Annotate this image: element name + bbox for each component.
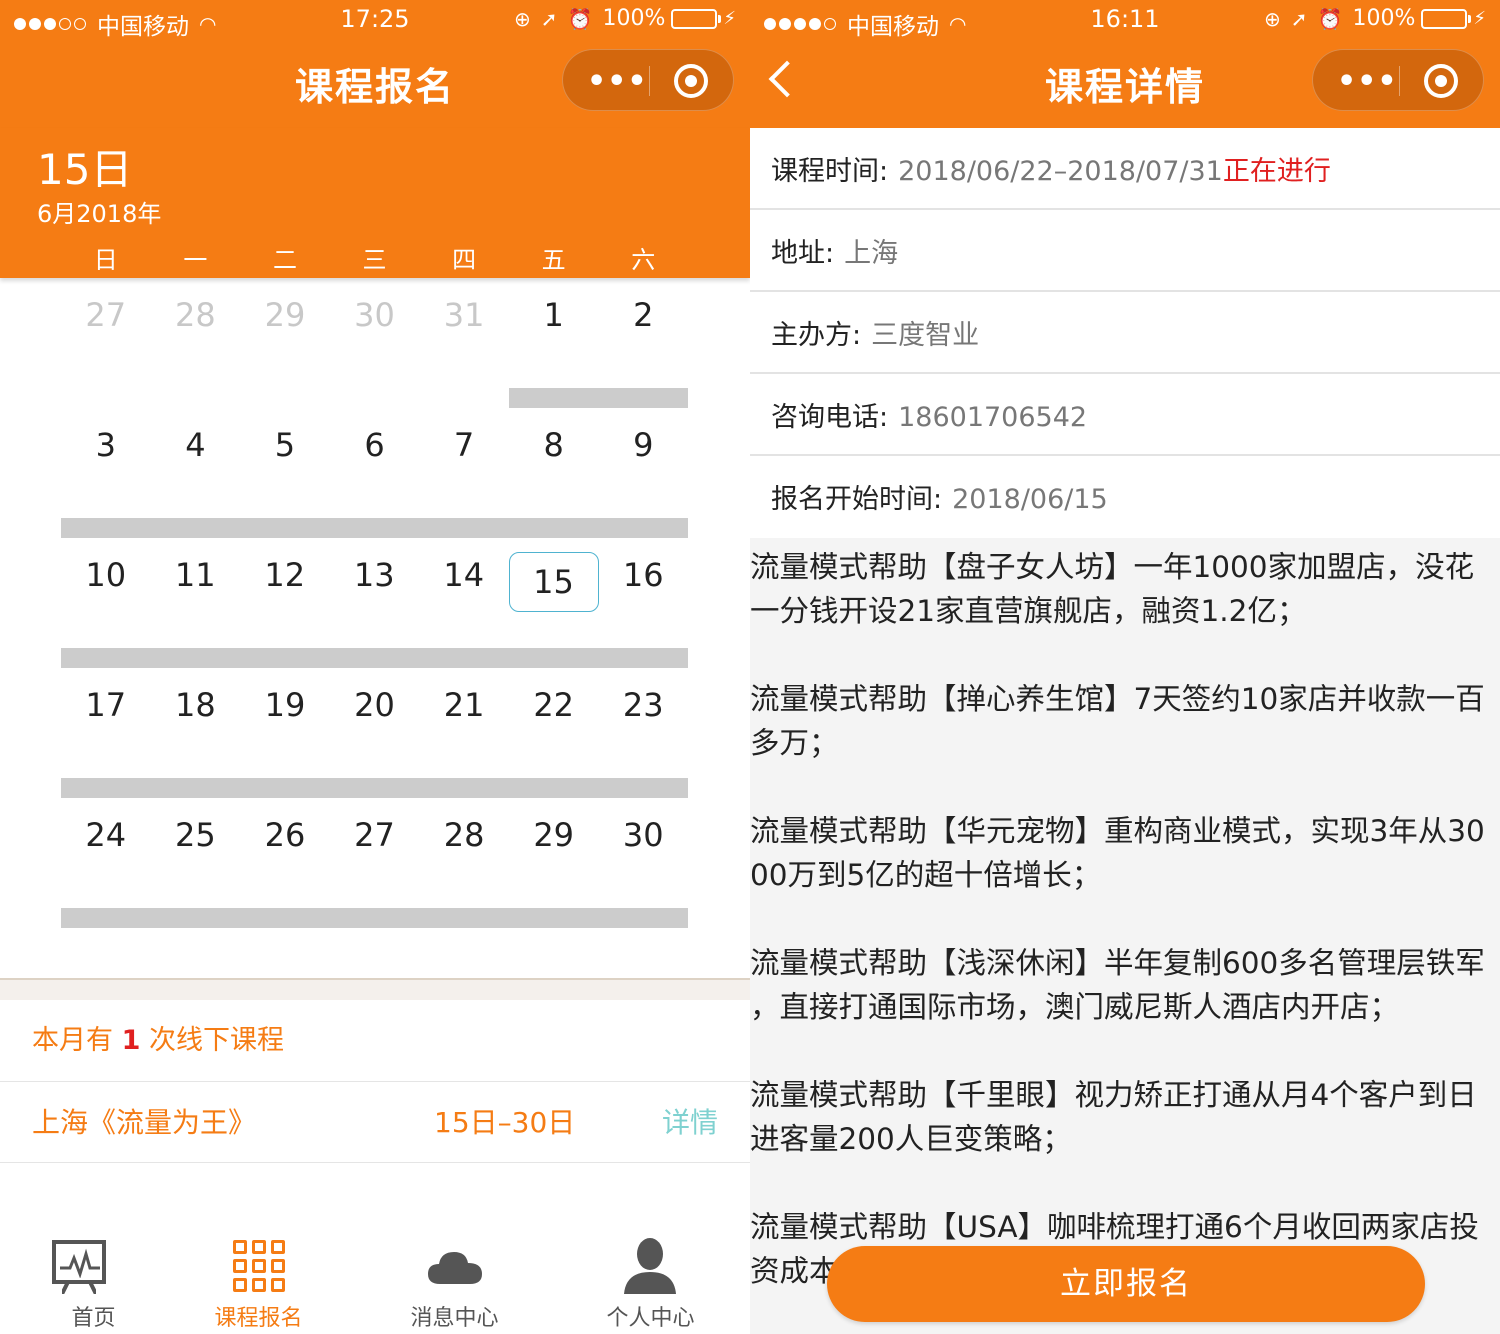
person-icon <box>624 1238 676 1294</box>
status-bar: 中国移动 ◠ 16:11 ⊕ ➚ ⏰ 100% ⚡ <box>750 0 1500 40</box>
course-description: 流量模式帮助【盘子女人坊】一年1000家加盟店，没花 一分钱开设21家直营旗舰店… <box>750 545 1500 1334</box>
month-year: 6月2018年 <box>37 200 162 228</box>
info-row-phone: 咨询电话: 18601706542 <box>750 374 1500 456</box>
location-icon: ➚ <box>540 6 558 31</box>
weekday-label: 一 <box>183 246 208 274</box>
description-paragraph: 流量模式帮助【千里眼】视力矫正打通从月4个客户到日 进客量200人巨变策略； <box>750 1078 1477 1156</box>
course-detail-screen: 中国移动 ◠ 16:11 ⊕ ➚ ⏰ 100% ⚡ 课程详情 ••• 课程时间:… <box>750 0 1500 1334</box>
alarm-icon: ⏰ <box>567 6 593 31</box>
weekday-row: 日 一 二 三 四 五 六 <box>61 240 688 275</box>
description-paragraph: 流量模式帮助【华元宠物】重构商业模式，实现3年从30 00万到5亿的超十倍增长； <box>750 814 1485 892</box>
info-label: 主办方: <box>771 320 862 351</box>
course-detail-link[interactable]: 详情 <box>662 1083 718 1163</box>
summary-suffix: 次线下课程 <box>140 1025 284 1056</box>
alarm-icon: ⏰ <box>1317 6 1343 31</box>
miniprogram-capsule: ••• <box>1312 49 1484 111</box>
summary-count: 1 <box>121 1025 141 1056</box>
calendar-week: 3 4 5 6 7 8 9 <box>61 408 688 538</box>
calendar-week: 10 11 12 13 14 15 16 <box>61 538 688 668</box>
tab-label: 首页 <box>71 1306 116 1331</box>
weekday-label: 日 <box>93 246 118 274</box>
summary-prefix: 本月有 <box>32 1025 122 1056</box>
info-value: 上海 <box>844 238 899 269</box>
course-name: 上海《流量为王》 <box>32 1106 257 1139</box>
calendar-screen: 中国移动 ◠ 17:25 ⊕ ➚ ⏰ 100% ⚡ 课程报名 ••• 15日 6… <box>0 0 750 1334</box>
location-icon: ➚ <box>1290 6 1308 31</box>
course-span-bar <box>509 388 688 408</box>
calendar-day[interactable]: 31 <box>419 278 509 408</box>
battery-icon <box>671 8 722 29</box>
charging-icon: ⚡ <box>723 8 736 29</box>
course-span-bar <box>61 518 688 538</box>
info-value: 三度智业 <box>871 320 980 351</box>
info-value: 2018/06/22–2018/07/31 <box>898 156 1223 187</box>
monthly-course-summary: 本月有 1 次线下课程 <box>0 1000 750 1082</box>
course-dates: 15日–30日 <box>434 1106 576 1139</box>
calendar-day[interactable]: 28 <box>151 278 241 408</box>
miniprogram-capsule: ••• <box>562 49 734 111</box>
status-badge: 正在进行 <box>1222 156 1331 187</box>
calendar-header: 15日 6月2018年 日 一 二 三 四 五 六 <box>0 128 750 278</box>
info-row-address: 地址: 上海 <box>750 210 1500 292</box>
apply-now-button[interactable]: 立即报名 <box>827 1246 1425 1322</box>
weekday-label: 五 <box>541 246 566 274</box>
info-label: 地址: <box>771 238 835 269</box>
course-row[interactable]: 上海《流量为王》 15日–30日 详情 <box>0 1083 750 1163</box>
more-icon[interactable]: ••• <box>1337 64 1398 99</box>
info-value[interactable]: 18601706542 <box>898 402 1087 433</box>
info-row-time: 课程时间: 2018/06/22–2018/07/31正在进行 <box>750 128 1500 210</box>
cloud-icon <box>428 1252 482 1284</box>
calendar-day[interactable]: 30 <box>330 278 420 408</box>
selected-day: 15日 <box>37 145 133 194</box>
info-label: 课程时间: <box>771 156 889 187</box>
weekday-label: 二 <box>272 246 297 274</box>
info-label: 咨询电话: <box>771 402 889 433</box>
battery-percent: 100% <box>1352 6 1416 31</box>
weekday-label: 四 <box>452 246 477 274</box>
tab-bar: 首页 课程报名 消息中心 个人中心 <box>0 1226 750 1334</box>
calendar-week: 17 18 19 20 21 22 23 <box>61 668 688 798</box>
calendar-day[interactable]: 27 <box>61 278 151 408</box>
tab-label: 个人中心 <box>606 1306 695 1331</box>
section-divider <box>0 978 750 1000</box>
info-value: 2018/06/15 <box>952 484 1108 515</box>
rotation-lock-icon: ⊕ <box>1264 6 1281 31</box>
grid-icon <box>233 1240 285 1292</box>
charging-icon: ⚡ <box>1473 8 1486 29</box>
course-span-bar <box>61 778 688 798</box>
calendar-day[interactable]: 29 <box>240 278 330 408</box>
nav-bar: 中国移动 ◠ 17:25 ⊕ ➚ ⏰ 100% ⚡ 课程报名 ••• <box>0 0 750 128</box>
rotation-lock-icon: ⊕ <box>514 6 531 31</box>
calendar-week: 24 25 26 27 28 29 30 <box>61 798 688 928</box>
info-label: 报名开始时间: <box>771 484 943 515</box>
weekday-label: 三 <box>362 246 387 274</box>
board-stand-icon <box>62 1282 96 1294</box>
info-row-signup-start: 报名开始时间: 2018/06/15 <box>750 456 1500 538</box>
battery-percent: 100% <box>602 6 666 31</box>
close-miniprogram-icon[interactable] <box>1424 64 1458 98</box>
course-span-bar <box>61 648 688 668</box>
weekday-label: 六 <box>631 246 656 274</box>
nav-bar: 中国移动 ◠ 16:11 ⊕ ➚ ⏰ 100% ⚡ 课程详情 ••• <box>750 0 1500 128</box>
calendar-grid: 27 28 29 30 31 1 2 3 4 5 6 7 8 9 10 11 1… <box>61 278 688 928</box>
description-paragraph: 流量模式帮助【掸心养生馆】7天签约10家店并收款一百 多万； <box>750 682 1485 760</box>
status-bar: 中国移动 ◠ 17:25 ⊕ ➚ ⏰ 100% ⚡ <box>0 0 750 40</box>
course-span-bar <box>61 908 688 928</box>
battery-icon <box>1421 8 1472 29</box>
description-paragraph: 流量模式帮助【盘子女人坊】一年1000家加盟店，没花 一分钱开设21家直营旗舰店… <box>750 550 1475 628</box>
close-miniprogram-icon[interactable] <box>674 64 708 98</box>
presentation-board-icon <box>52 1240 106 1284</box>
tab-label: 课程报名 <box>214 1306 303 1331</box>
more-icon[interactable]: ••• <box>587 64 648 99</box>
course-info-list: 课程时间: 2018/06/22–2018/07/31正在进行 地址: 上海 主办方… <box>750 128 1500 538</box>
tab-label: 消息中心 <box>410 1306 499 1331</box>
calendar-week: 27 28 29 30 31 1 2 <box>61 278 688 408</box>
description-paragraph: 流量模式帮助【浅深休闲】半年复制600多名管理层铁军 ，直接打通国际市场，澳门威… <box>750 946 1485 1024</box>
info-row-organizer: 主办方: 三度智业 <box>750 292 1500 374</box>
